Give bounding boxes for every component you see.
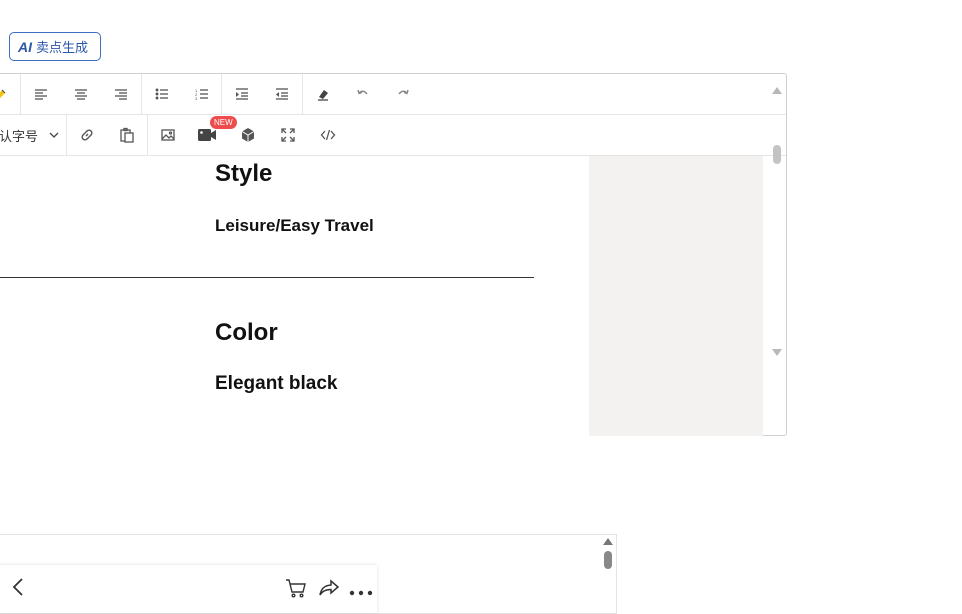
heading-style: Style [215, 160, 273, 187]
redo-icon [398, 89, 409, 95]
insert-3d-model-button[interactable] [235, 123, 261, 147]
align-right-button[interactable] [108, 82, 134, 106]
editor-content-area[interactable]: Style Leisure/Easy Travel Color Elegant … [0, 156, 589, 436]
indent-icon [236, 88, 248, 100]
align-center-icon [75, 89, 87, 100]
clear-format-button[interactable] [310, 82, 336, 106]
scroll-down-arrow[interactable] [772, 349, 782, 356]
editor-scrollbar-thumb[interactable] [773, 145, 781, 164]
preview-scroll-up-arrow[interactable] [603, 538, 613, 545]
link-icon [81, 129, 93, 141]
more-options-icon[interactable] [349, 584, 373, 602]
mobile-preview [0, 534, 617, 614]
numbered-list-icon: 123 [195, 88, 208, 101]
text-style-value: Leisure/Easy Travel [215, 216, 374, 235]
align-right-icon [115, 89, 127, 100]
toolbar-row-1: 123 [0, 74, 786, 115]
align-center-button[interactable] [68, 82, 94, 106]
outdent-button[interactable] [269, 82, 295, 106]
share-icon[interactable] [318, 578, 340, 603]
back-chevron-icon[interactable] [10, 577, 26, 602]
undo-icon [357, 89, 368, 95]
image-icon [161, 129, 175, 141]
editor-side-panel [589, 156, 763, 436]
highlight-color-button[interactable] [0, 82, 15, 106]
font-size-select[interactable]: 认字号 [0, 123, 60, 147]
align-left-icon [35, 89, 47, 100]
align-left-button[interactable] [28, 82, 54, 106]
cart-icon[interactable] [285, 578, 307, 603]
outdent-icon [276, 88, 288, 100]
bulleted-list-icon [155, 88, 168, 100]
ai-icon: AI [18, 38, 32, 55]
new-badge: NEW [210, 116, 237, 129]
code-icon [320, 129, 336, 141]
cube-icon [241, 128, 255, 142]
toolbar-row-2: 认字号 NEW [0, 115, 786, 156]
chevron-down-icon [49, 132, 59, 138]
paste-button[interactable] [114, 123, 140, 147]
highlight-icon [0, 89, 6, 98]
text-color-value: Elegant black [215, 373, 338, 394]
rich-text-editor: 123 认字号 NEW Style Leisure/Easy Travel Co… [0, 73, 787, 436]
indent-button[interactable] [229, 82, 255, 106]
eraser-icon [318, 90, 328, 101]
numbered-list-button[interactable]: 123 [189, 82, 215, 106]
fullscreen-icon [281, 128, 295, 142]
source-code-button[interactable] [315, 123, 341, 147]
insert-link-button[interactable] [74, 123, 100, 147]
preview-scrollbar-thumb[interactable] [604, 551, 612, 569]
undo-button[interactable] [350, 82, 376, 106]
video-icon [198, 129, 216, 141]
svg-text:3: 3 [195, 96, 198, 101]
font-size-label: 认字号 [0, 128, 39, 144]
ai-selling-point-button[interactable]: AI 卖点生成 [9, 32, 101, 61]
bulleted-list-button[interactable] [149, 82, 175, 106]
scroll-up-arrow[interactable] [772, 87, 782, 94]
horizontal-divider [0, 277, 534, 278]
fullscreen-button[interactable] [275, 123, 301, 147]
insert-image-button[interactable] [155, 123, 181, 147]
ai-button-label: 卖点生成 [36, 40, 89, 55]
redo-button[interactable] [390, 82, 416, 106]
paste-icon [120, 127, 134, 143]
heading-color: Color [215, 319, 278, 346]
